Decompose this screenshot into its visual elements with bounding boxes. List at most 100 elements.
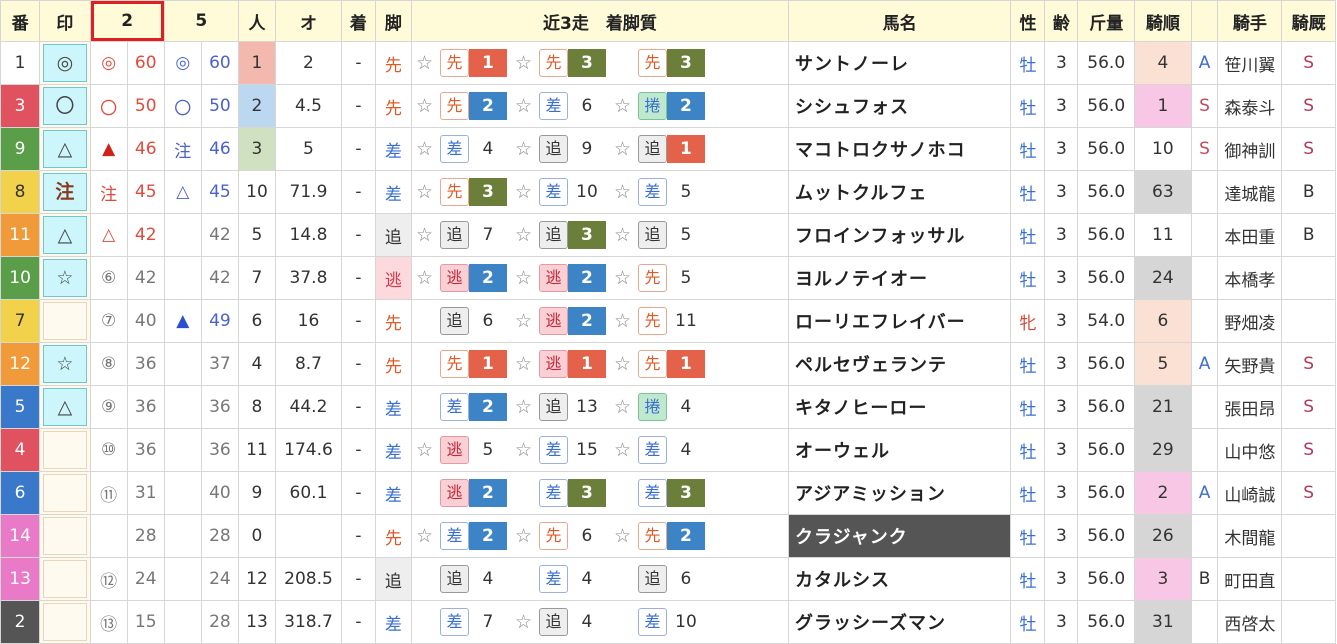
mark-value[interactable] — [43, 517, 87, 555]
horse-name[interactable]: オーウェル — [787, 428, 1012, 472]
header-age[interactable]: 齢 — [1044, 0, 1079, 42]
star-icon[interactable]: ☆ — [515, 267, 532, 289]
star-icon[interactable]: ☆ — [614, 95, 631, 117]
jockey-name[interactable]: 木間龍 — [1217, 514, 1283, 558]
star-icon[interactable]: ☆ — [515, 611, 532, 633]
mark-value[interactable]: △ — [43, 130, 87, 168]
star-icon[interactable]: ☆ — [515, 138, 532, 160]
mark-cell[interactable]: ☆ — [39, 342, 91, 386]
jockey-name[interactable]: 笹川翼 — [1217, 41, 1283, 85]
mark-cell[interactable]: ☆ — [39, 256, 91, 300]
star-icon[interactable]: ☆ — [614, 138, 631, 160]
table-row[interactable]: 3 〇〇 50 〇 50 2 4.5- 先 ☆ 先 2 ☆ 差 6 ☆ 捲 2 シシュフォス牡 3 56.0 1 S 森泰斗… — [0, 84, 1336, 128]
jockey-name[interactable]: 山中悠 — [1217, 428, 1283, 472]
table-row[interactable]: 9 △ ▲ 46 注 46 3 5- 差 ☆ 差 4 ☆ 追 9 ☆ 追 1 マコトロクサノホコ牡 3 56.0 10 S 御… — [0, 127, 1336, 171]
header-mark[interactable]: 印 — [39, 0, 91, 42]
table-row[interactable]: 10 ☆ ⑥ 42 42 7 37.8- 逃 ☆ 逃 2 ☆ 逃 2 ☆ 先 5 ヨルノテイオー牡 3 56.0 24 本… — [0, 256, 1336, 300]
table-row[interactable]: 6 ⑪ 31 40 9 60.1- 差逃 2 差 3 差 3 アジアミッション牡 3 56.0 2 A 山崎誠 S — [0, 471, 1336, 515]
horse-name[interactable]: ローリエフレイバー — [787, 299, 1012, 343]
horse-name[interactable]: キタノヒーロー — [787, 385, 1012, 429]
star-icon[interactable]: ☆ — [515, 353, 532, 375]
jockey-name[interactable]: 本橋孝 — [1217, 256, 1283, 300]
jockey-name[interactable]: 御神訓 — [1217, 127, 1283, 171]
header-kyaku[interactable]: 脚 — [374, 0, 412, 42]
jockey-name[interactable]: 達城龍 — [1217, 170, 1283, 214]
jockey-name[interactable]: 町田直 — [1217, 557, 1283, 601]
horse-name[interactable]: フロインフォッサル — [787, 213, 1012, 257]
jockey-name[interactable]: 森泰斗 — [1217, 84, 1283, 128]
header-sex[interactable]: 性 — [1010, 0, 1046, 42]
jockey-name[interactable]: 張田昂 — [1217, 385, 1283, 429]
mark-value[interactable] — [43, 302, 87, 340]
mark-value[interactable]: 〇 — [43, 87, 87, 125]
table-row[interactable]: 4 ⑩ 36 36 11 174.6- 差 ☆ 逃 5 ☆ 差 15 ☆ 差 4 オーウェル牡 3 56.0 29 山中… — [0, 428, 1336, 472]
header-ban[interactable]: 番 — [0, 0, 41, 42]
star-icon[interactable]: ☆ — [515, 95, 532, 117]
header-chaku[interactable]: 着 — [340, 0, 376, 42]
mark-value[interactable]: △ — [43, 216, 87, 254]
star-icon[interactable]: ☆ — [515, 310, 532, 332]
star-icon[interactable]: ☆ — [614, 224, 631, 246]
star-icon[interactable]: ☆ — [416, 138, 433, 160]
mark-cell[interactable]: △ — [39, 385, 91, 429]
jockey-name[interactable]: 山崎誠 — [1217, 471, 1283, 515]
header-odds[interactable]: オ — [275, 0, 342, 42]
star-icon[interactable]: ☆ — [614, 439, 631, 461]
star-icon[interactable]: ☆ — [416, 525, 433, 547]
horse-name[interactable]: ペルセヴェランテ — [787, 342, 1012, 386]
jockey-name[interactable]: 野畑凌 — [1217, 299, 1283, 343]
jockey-name[interactable]: 西啓太 — [1217, 600, 1283, 644]
header-weight[interactable]: 斤量 — [1077, 0, 1136, 42]
jockey-name[interactable]: 矢野貴 — [1217, 342, 1283, 386]
mark-cell[interactable] — [39, 557, 91, 601]
header-stable[interactable]: 騎厩 — [1281, 0, 1336, 42]
star-icon[interactable]: ☆ — [416, 267, 433, 289]
mark-value[interactable] — [43, 603, 87, 641]
header-recent[interactable]: 近3走 着脚質 — [410, 0, 789, 42]
table-row[interactable]: 13 ⑫ 24 24 12 208.5- 追追 4 差 4 追 6 カタルシス牡 3 56.0 3 B 町田直 — [0, 557, 1336, 601]
star-icon[interactable]: ☆ — [515, 181, 532, 203]
star-icon[interactable]: ☆ — [515, 52, 532, 74]
mark-value[interactable]: 注 — [43, 173, 87, 211]
horse-name[interactable]: サントノーレ — [787, 41, 1012, 85]
header-horse[interactable]: 馬名 — [787, 0, 1012, 42]
star-icon[interactable]: ☆ — [614, 353, 631, 375]
header-col5[interactable]: 5 — [163, 0, 239, 42]
star-icon[interactable]: ☆ — [614, 525, 631, 547]
horse-name[interactable]: アジアミッション — [787, 471, 1012, 515]
mark-value[interactable]: ☆ — [43, 345, 87, 383]
mark-cell[interactable] — [39, 471, 91, 515]
mark-cell[interactable]: △ — [39, 213, 91, 257]
star-icon[interactable]: ☆ — [515, 224, 532, 246]
star-icon[interactable]: ☆ — [515, 396, 532, 418]
star-icon[interactable]: ☆ — [416, 181, 433, 203]
mark-cell[interactable]: ◎ — [39, 41, 91, 85]
horse-name[interactable]: カタルシス — [787, 557, 1012, 601]
horse-name[interactable]: グラッシーズマン — [787, 600, 1012, 644]
table-row[interactable]: 8 注注 45 △ 45 10 71.9- 差 ☆ 先 3 ☆ 差 10 ☆ 差 5 ムットクルフェ牡 3 56.0 6… — [0, 170, 1336, 214]
mark-value[interactable] — [43, 431, 87, 469]
star-icon[interactable]: ☆ — [614, 181, 631, 203]
mark-value[interactable]: ☆ — [43, 259, 87, 297]
jockey-name[interactable]: 本田重 — [1217, 213, 1283, 257]
star-icon[interactable]: ☆ — [614, 267, 631, 289]
horse-name[interactable]: マコトロクサノホコ — [787, 127, 1012, 171]
horse-name[interactable]: シシュフォス — [787, 84, 1012, 128]
horse-name[interactable]: ヨルノテイオー — [787, 256, 1012, 300]
header-jockey[interactable]: 騎手 — [1217, 0, 1283, 42]
mark-cell[interactable]: 注 — [39, 170, 91, 214]
mark-value[interactable] — [43, 474, 87, 512]
table-row[interactable]: 7 ⑦ 40 ▲ 49 6 16- 先追 6 ☆ 逃 2 ☆ 先 11 ローリエフレイバー牝 3 54.0 6 野畑凌 — [0, 299, 1336, 343]
mark-value[interactable]: ◎ — [43, 44, 87, 82]
star-icon[interactable]: ☆ — [515, 439, 532, 461]
mark-cell[interactable] — [39, 428, 91, 472]
mark-cell[interactable] — [39, 514, 91, 558]
horse-name[interactable]: クラジャンク — [787, 514, 1012, 558]
star-icon[interactable]: ☆ — [416, 52, 433, 74]
header-col2-selected[interactable]: 2 — [89, 0, 165, 42]
mark-value[interactable] — [43, 560, 87, 598]
header-rank[interactable]: 騎順 — [1134, 0, 1192, 42]
mark-cell[interactable]: △ — [39, 127, 91, 171]
mark-cell[interactable] — [39, 600, 91, 644]
star-icon[interactable]: ☆ — [416, 224, 433, 246]
